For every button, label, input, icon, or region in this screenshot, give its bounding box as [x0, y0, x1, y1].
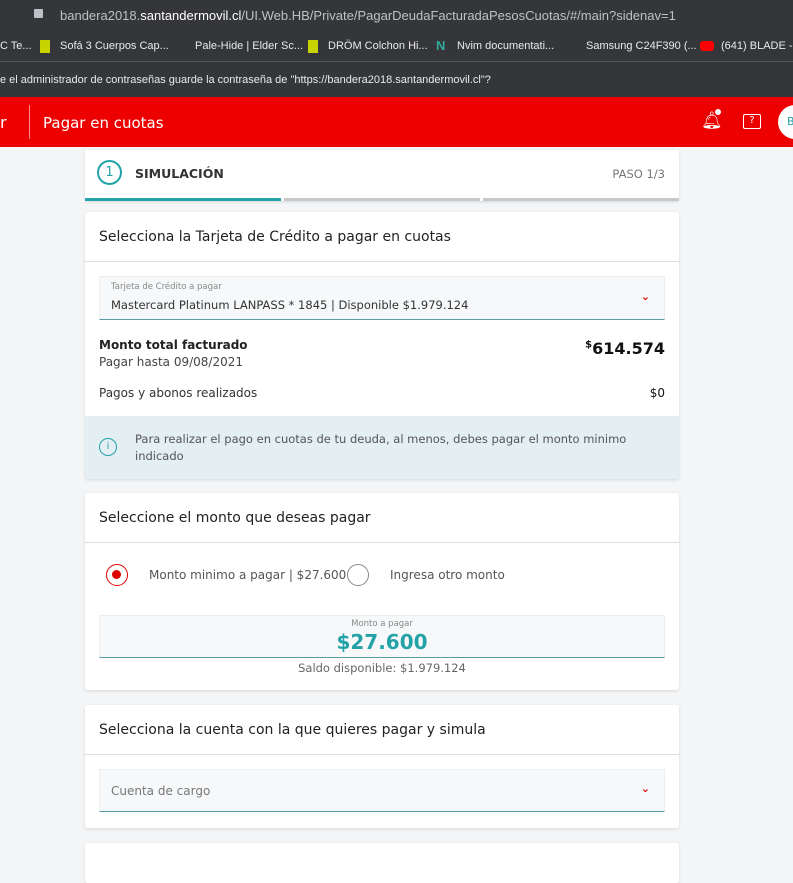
radio-other-label[interactable]: Ingresa otro monto	[390, 568, 505, 582]
password-save-bar: e el administrador de contraseñas guarde…	[0, 62, 793, 97]
balance-text: Saldo disponible: $1.979.124	[298, 661, 466, 675]
bookmarks-bar: C Te... Sofá 3 Cuerpos Cap... Pale-Hide …	[0, 32, 793, 62]
bookmark[interactable]: DRÖM Colchon Hi...	[328, 40, 428, 52]
credit-card-select[interactable]: Tarjeta de Crédito a pagar Mastercard Pl…	[99, 276, 665, 320]
info-text: Para realizar el pago en cuotas de tu de…	[135, 432, 627, 463]
youtube-icon	[700, 41, 714, 51]
amount-input[interactable]: Monto a pagar $27.600	[99, 615, 665, 658]
card-select-card: Selecciona la Tarjeta de Crédito a pagar…	[85, 212, 679, 479]
card-title: Seleccione el monto que deseas pagar	[99, 510, 371, 526]
page-title: Pagar en cuotas	[43, 114, 164, 132]
chevron-down-icon: ⌄	[640, 782, 650, 795]
account-card: Selecciona la cuenta con la que quieres …	[85, 705, 679, 828]
divider	[85, 754, 679, 755]
bookmark[interactable]: (641) BLADE - I	[721, 40, 793, 52]
bookmark[interactable]: Sofá 3 Cuerpos Cap...	[60, 40, 169, 52]
total-amount: $614.574	[585, 339, 665, 358]
url-host: bandera2018.	[60, 8, 141, 23]
header-fragment: r	[0, 113, 7, 132]
radio-other-amount[interactable]	[347, 564, 369, 586]
info-icon: i	[99, 438, 117, 456]
amount-value: $27.600	[336, 630, 428, 654]
stepper: 1 SIMULACIÓN PASO 1/3	[85, 150, 679, 201]
progress-segment-active	[85, 198, 281, 201]
lock-icon	[34, 9, 43, 18]
avatar[interactable]: B	[778, 105, 793, 139]
next-card	[85, 843, 679, 883]
amount-card: Seleccione el monto que deseas pagar Mon…	[85, 493, 679, 690]
chevron-down-icon: ⌄	[640, 290, 650, 303]
info-box: i Para realizar el pago en cuotas de tu …	[85, 416, 679, 479]
radio-min-amount[interactable]	[106, 564, 128, 586]
notification-dot	[715, 109, 721, 115]
field-label: Tarjeta de Crédito a pagar	[111, 282, 222, 292]
step-label: SIMULACIÓN	[135, 166, 224, 181]
address-bar[interactable]: bandera2018.santandermovil.cl/UI.Web.HB/…	[0, 0, 793, 32]
bookmark-icon	[40, 40, 50, 53]
field-label: Monto a pagar	[351, 619, 413, 629]
bookmark[interactable]: C Te...	[0, 40, 32, 52]
url-domain: santandermovil.cl	[140, 8, 242, 23]
account-select[interactable]: Cuenta de cargo ⌄	[99, 769, 665, 812]
payments-label: Pagos y abonos realizados	[99, 386, 258, 400]
bookmark[interactable]: Nvim documentati...	[457, 40, 554, 52]
bookmark[interactable]: Samsung C24F390 (...	[586, 40, 697, 52]
progress-segment	[483, 198, 679, 201]
neovim-icon: N	[436, 38, 446, 53]
url[interactable]: bandera2018.santandermovil.cl/UI.Web.HB/…	[60, 8, 676, 23]
divider	[85, 542, 679, 543]
total-value: 614.574	[592, 339, 665, 358]
account-placeholder: Cuenta de cargo	[111, 784, 211, 798]
payments-value: $0	[649, 386, 665, 400]
password-prompt-text: e el administrador de contraseñas guarde…	[0, 74, 491, 86]
step-number: 1	[97, 160, 122, 185]
card-title: Selecciona la cuenta con la que quieres …	[99, 722, 486, 738]
radio-min-label[interactable]: Monto minimo a pagar | $27.600	[149, 568, 346, 582]
total-label: Monto total facturado	[99, 338, 248, 352]
app-header: r Pagar en cuotas 🔔︎ ? B	[0, 97, 793, 147]
divider	[85, 261, 679, 262]
card-title: Selecciona la Tarjeta de Crédito a pagar…	[99, 229, 451, 245]
field-value: Mastercard Platinum LANPASS * 1845 | Dis…	[111, 298, 469, 312]
help-icon[interactable]: ?	[743, 114, 761, 129]
url-path: /UI.Web.HB/Private/PagarDeudaFacturadaPe…	[241, 8, 676, 23]
due-date: Pagar hasta 09/08/2021	[99, 355, 244, 369]
divider	[29, 105, 30, 139]
bookmark-icon	[308, 40, 318, 53]
progress-segment	[284, 198, 480, 201]
step-counter: PASO 1/3	[612, 167, 665, 181]
bookmark[interactable]: Pale-Hide | Elder Sc...	[195, 40, 303, 52]
